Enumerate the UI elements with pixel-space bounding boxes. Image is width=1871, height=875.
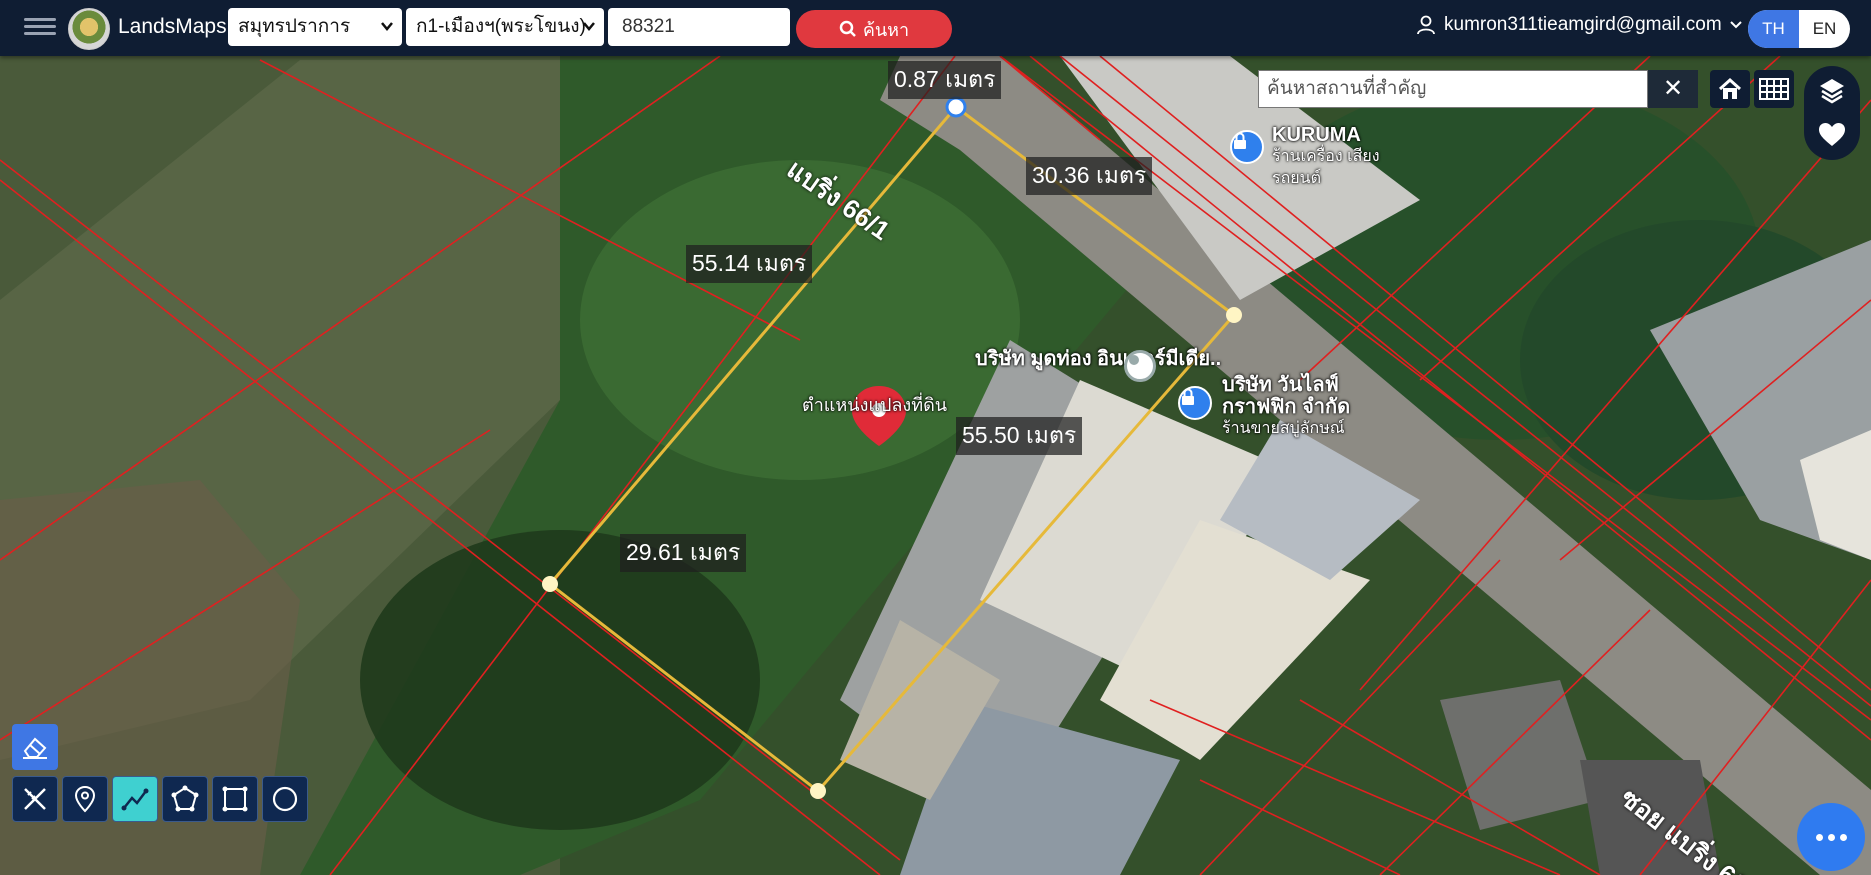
- measure-tool-button[interactable]: [12, 776, 58, 822]
- province-select[interactable]: สมุทรปราการ: [228, 8, 402, 46]
- chevron-down-icon: [380, 8, 394, 60]
- line-icon: [121, 788, 149, 811]
- poi-label[interactable]: KURUMA ร้านเครื่อง เสียงรถยนต์: [1272, 124, 1392, 190]
- heart-icon[interactable]: [1818, 122, 1846, 150]
- poi-subtitle: ร้านเครื่อง เสียงรถยนต์: [1272, 148, 1380, 187]
- satellite-imagery: [0, 56, 1871, 875]
- home-icon: [1718, 77, 1742, 99]
- lock-icon[interactable]: [1178, 386, 1212, 420]
- poi-name: บริษัท วันไลฟ์ กราฟฟิก จำกัด: [1222, 374, 1351, 418]
- home-button[interactable]: [1710, 70, 1750, 108]
- location-pin-icon[interactable]: [1124, 350, 1156, 382]
- clear-search-button[interactable]: ✕: [1648, 70, 1698, 108]
- distance-label: 30.36 เมตร: [1026, 157, 1153, 195]
- user-email: kumron311tieamgird@gmail.com: [1444, 14, 1722, 35]
- distance-label: 0.87 เมตร: [888, 61, 1002, 99]
- polygon-icon: [171, 785, 199, 812]
- language-toggle: TH EN: [1748, 10, 1850, 48]
- drawing-toolbar: [12, 776, 308, 822]
- place-search-box: [1258, 70, 1648, 108]
- poi-subtitle: ร้านขายสบู่ลักษณ์: [1222, 420, 1345, 437]
- poi-label[interactable]: บริษัท วันไลฟ์ กราฟฟิก จำกัด ร้านขายสบู่…: [1222, 374, 1382, 440]
- distance-label: 55.50 เมตร: [956, 417, 1083, 455]
- grid-icon: [1759, 78, 1789, 100]
- distance-label: 29.61 เมตร: [620, 534, 747, 572]
- app-title[interactable]: LandsMaps: [118, 15, 227, 39]
- lang-th-button[interactable]: TH: [1748, 10, 1799, 48]
- poi-label[interactable]: บริษัท มูดท่อง อินเตอร์มีเดีย..: [975, 348, 1221, 370]
- grid-button[interactable]: [1754, 70, 1794, 108]
- user-menu[interactable]: kumron311tieamgird@gmail.com: [1416, 14, 1742, 36]
- hamburger-menu-icon[interactable]: [24, 14, 56, 42]
- polygon-tool-button[interactable]: [162, 776, 208, 822]
- province-select-value: สมุทรปราการ: [238, 16, 351, 37]
- lock-icon[interactable]: [1230, 130, 1264, 164]
- place-search-input[interactable]: [1259, 71, 1647, 107]
- lang-en-button[interactable]: EN: [1799, 10, 1850, 48]
- chevron-down-icon: [1729, 21, 1742, 29]
- search-button-label: ค้นหา: [862, 19, 910, 40]
- circle-tool-button[interactable]: [262, 776, 308, 822]
- search-icon: [839, 20, 856, 37]
- distance-label: 55.14 เมตร: [686, 245, 813, 283]
- circle-icon: [272, 786, 298, 812]
- marker-label: ตำแหน่งแปลงที่ดิน: [802, 395, 948, 415]
- more-icon-dot: [1839, 833, 1847, 841]
- poi-name: KURUMA: [1272, 124, 1361, 146]
- rectangle-icon: [222, 786, 248, 812]
- more-options-button[interactable]: [1797, 803, 1865, 871]
- more-icon-dot: [1827, 833, 1835, 841]
- district-select-value: ก1-เมืองฯ(พระโขนง): [416, 16, 586, 37]
- rectangle-tool-button[interactable]: [212, 776, 258, 822]
- eraser-button[interactable]: [12, 724, 58, 770]
- more-icon: [1815, 833, 1823, 841]
- parcel-number-input[interactable]: [608, 8, 790, 46]
- landsmaps-logo[interactable]: [68, 8, 110, 50]
- user-icon: [1417, 15, 1435, 35]
- top-bar: LandsMaps สมุทรปราการ ก1-เมืองฯ(พระโขนง)…: [0, 0, 1871, 56]
- line-tool-button[interactable]: [112, 776, 158, 822]
- chevron-down-icon: [582, 8, 596, 60]
- search-button[interactable]: ค้นหา: [796, 10, 952, 48]
- eraser-icon: [23, 737, 47, 759]
- map-canvas[interactable]: แบริ่ง 66/1 ซอย แบริ่ง 66/ 0.87 เมตร 30.…: [0, 56, 1871, 875]
- ruler-icon: [24, 788, 46, 810]
- map-side-controls: [1804, 66, 1860, 160]
- pin-icon: [74, 785, 96, 813]
- district-select[interactable]: ก1-เมืองฯ(พระโขนง): [406, 8, 604, 46]
- pin-tool-button[interactable]: [62, 776, 108, 822]
- layers-icon[interactable]: [1818, 76, 1846, 104]
